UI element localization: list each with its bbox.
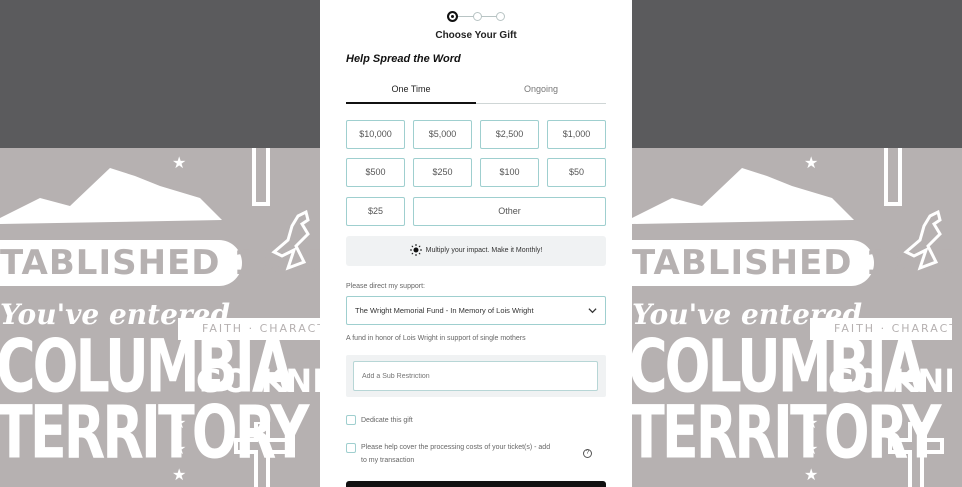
monthly-prompt[interactable]: Multiply your impact. Make it Monthly!	[346, 236, 606, 266]
monthly-prompt-text: Multiply your impact. Make it Monthly!	[425, 247, 543, 254]
faith-text: FAITH · CHARACTER	[834, 322, 952, 335]
star-icon: ★	[804, 441, 819, 458]
sparkle-icon	[409, 244, 422, 257]
amount-button[interactable]: $250	[413, 158, 472, 187]
established-text: TABLISHED 1947	[632, 243, 952, 283]
other-amount-button[interactable]: Other	[413, 197, 606, 226]
go-knights-text: GO KNIGHTS	[828, 362, 952, 400]
amount-button[interactable]: $25	[346, 197, 405, 226]
faith-text: FAITH · CHARACTER	[202, 322, 320, 335]
star-icon: ★	[804, 155, 819, 172]
amount-button[interactable]: $100	[480, 158, 539, 187]
step-title: Choose Your Gift	[435, 30, 517, 41]
step-indicator	[447, 11, 507, 23]
cross-icon	[888, 422, 944, 487]
dedicate-checkbox[interactable]	[346, 415, 356, 425]
star-icon: ★	[172, 467, 187, 484]
fund-select-value: The Wright Memorial Fund - In Memory of …	[355, 306, 534, 315]
fund-description: A fund in honor of Lois Wright in suppor…	[346, 335, 526, 342]
star-icon: ★	[172, 415, 187, 432]
step-1-dot	[447, 11, 458, 22]
step-2-dot	[473, 12, 482, 21]
tab-ongoing[interactable]: Ongoing	[476, 76, 606, 104]
bar-graphic	[884, 148, 902, 206]
fund-select[interactable]: The Wright Memorial Fund - In Memory of …	[346, 296, 606, 325]
poster-right: ★ TABLISHED 1947 You've entered COLUMBIA…	[632, 148, 952, 487]
mountain-graphic	[0, 168, 222, 224]
knight-icon	[271, 209, 310, 271]
donation-form-panel: Choose Your Gift Help Spread the Word On…	[320, 0, 632, 487]
cross-icon	[234, 422, 290, 487]
amount-button[interactable]: $50	[547, 158, 606, 187]
chevron-down-icon	[588, 308, 597, 314]
star-icon: ★	[172, 441, 187, 458]
continue-button[interactable]	[346, 481, 606, 487]
established-text: TABLISHED 1947	[0, 243, 320, 283]
mountain-graphic	[632, 168, 854, 224]
star-icon: ★	[172, 155, 187, 172]
help-icon[interactable]: ?	[583, 449, 592, 458]
dedicate-label: Dedicate this gift	[361, 417, 413, 424]
amount-button[interactable]: $1,000	[547, 120, 606, 149]
tab-one-time[interactable]: One Time	[346, 76, 476, 104]
poster-left: ★ TABLISHED 1947 You've entered COLUMBIA…	[0, 148, 320, 487]
cover-costs-checkbox[interactable]	[346, 443, 356, 453]
bar-graphic	[252, 148, 270, 206]
sub-restriction-input[interactable]	[353, 361, 598, 391]
sub-restriction-wrapper	[346, 355, 606, 397]
amount-button[interactable]: $2,500	[480, 120, 539, 149]
star-icon: ★	[804, 415, 819, 432]
cover-costs-label-line1: Please help cover the processing costs o…	[361, 444, 551, 451]
star-icon: ★	[804, 467, 819, 484]
step-3-dot	[496, 12, 505, 21]
cover-costs-label-line2: to my transaction	[361, 457, 415, 464]
go-knights-text: GO KNIGHTS	[196, 362, 320, 400]
frequency-tabs: One Time Ongoing	[346, 76, 606, 104]
direct-support-label: Please direct my support:	[346, 283, 425, 290]
amount-button[interactable]: $10,000	[346, 120, 405, 149]
amount-button[interactable]: $500	[346, 158, 405, 187]
knight-icon	[903, 209, 942, 271]
form-title: Help Spread the Word	[346, 53, 461, 65]
amount-button[interactable]: $5,000	[413, 120, 472, 149]
